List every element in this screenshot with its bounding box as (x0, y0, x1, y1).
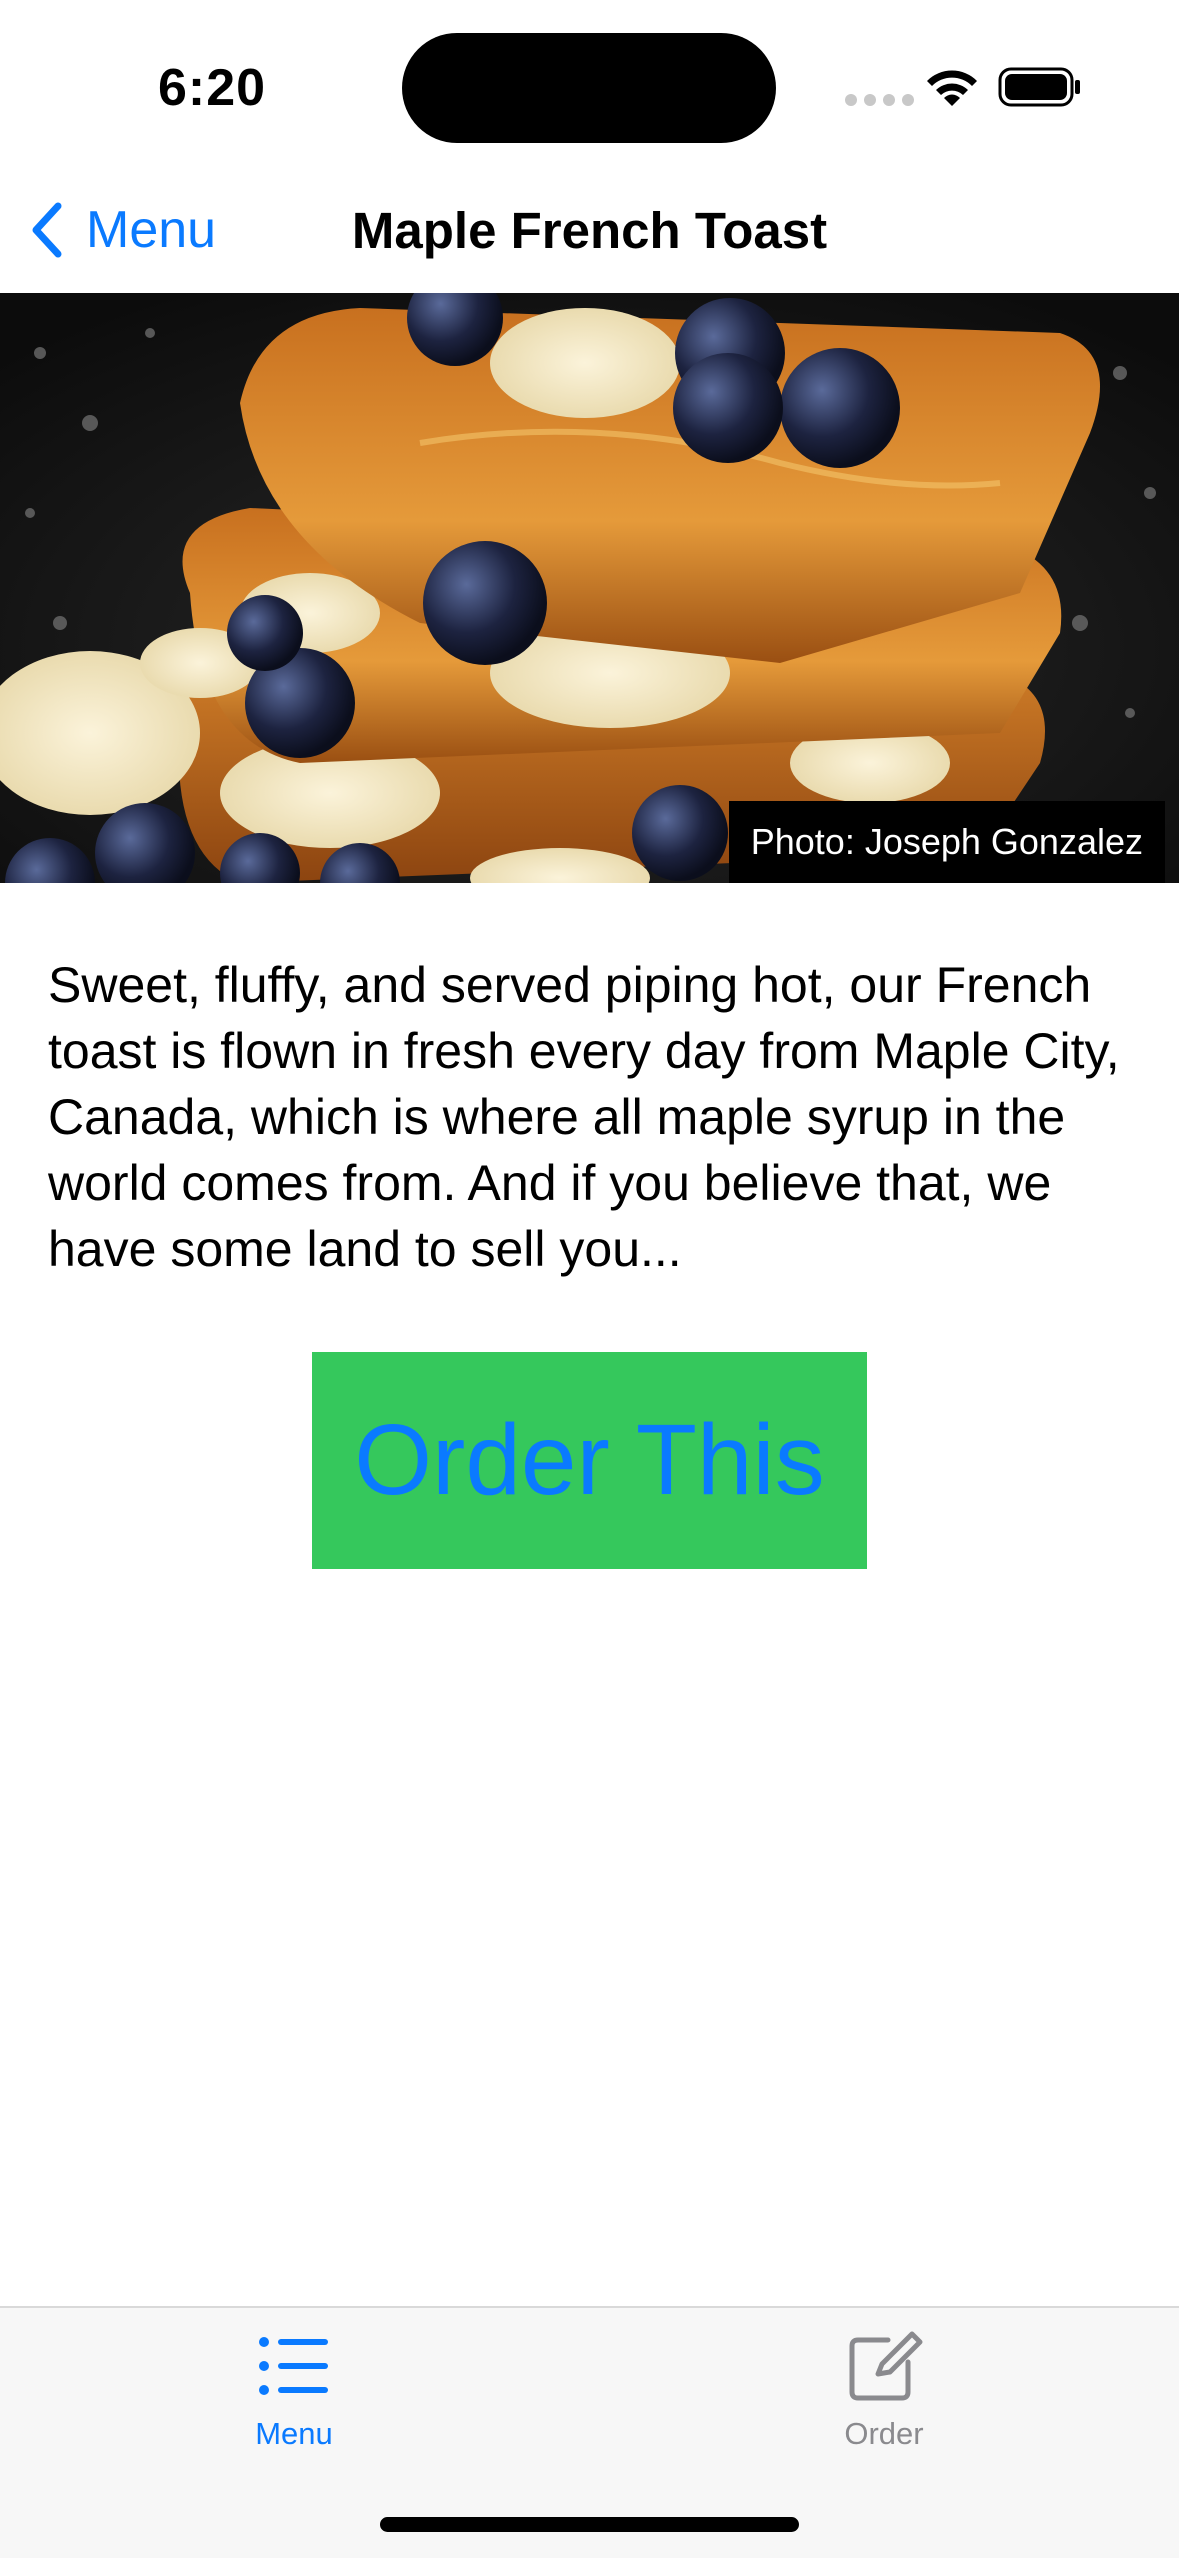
hero-photo: Photo: Joseph Gonzalez (0, 293, 1179, 883)
french-toast-image (0, 293, 1179, 883)
tab-menu-label: Menu (255, 2416, 333, 2451)
tab-order-label: Order (844, 2416, 924, 2451)
tab-menu[interactable]: Menu (144, 2328, 444, 2452)
battery-icon (998, 67, 1080, 107)
wifi-icon (927, 70, 977, 106)
tab-order[interactable]: Order (734, 2328, 1034, 2452)
compose-icon (849, 2331, 923, 2401)
list-icon (259, 2337, 328, 2395)
item-description: Sweet, fluffy, and served piping hot, ou… (48, 957, 1120, 1277)
photo-credit: Photo: Joseph Gonzalez (728, 801, 1165, 883)
cellular-signal-icon (845, 94, 914, 106)
status-time: 6:20 (158, 59, 267, 117)
home-indicator (380, 2517, 799, 2532)
order-this-button[interactable]: Order This (312, 1352, 867, 1569)
navigation-bar: Menu Maple French Toast (0, 180, 1179, 293)
dynamic-island (402, 33, 776, 143)
page-title: Maple French Toast (351, 202, 828, 259)
